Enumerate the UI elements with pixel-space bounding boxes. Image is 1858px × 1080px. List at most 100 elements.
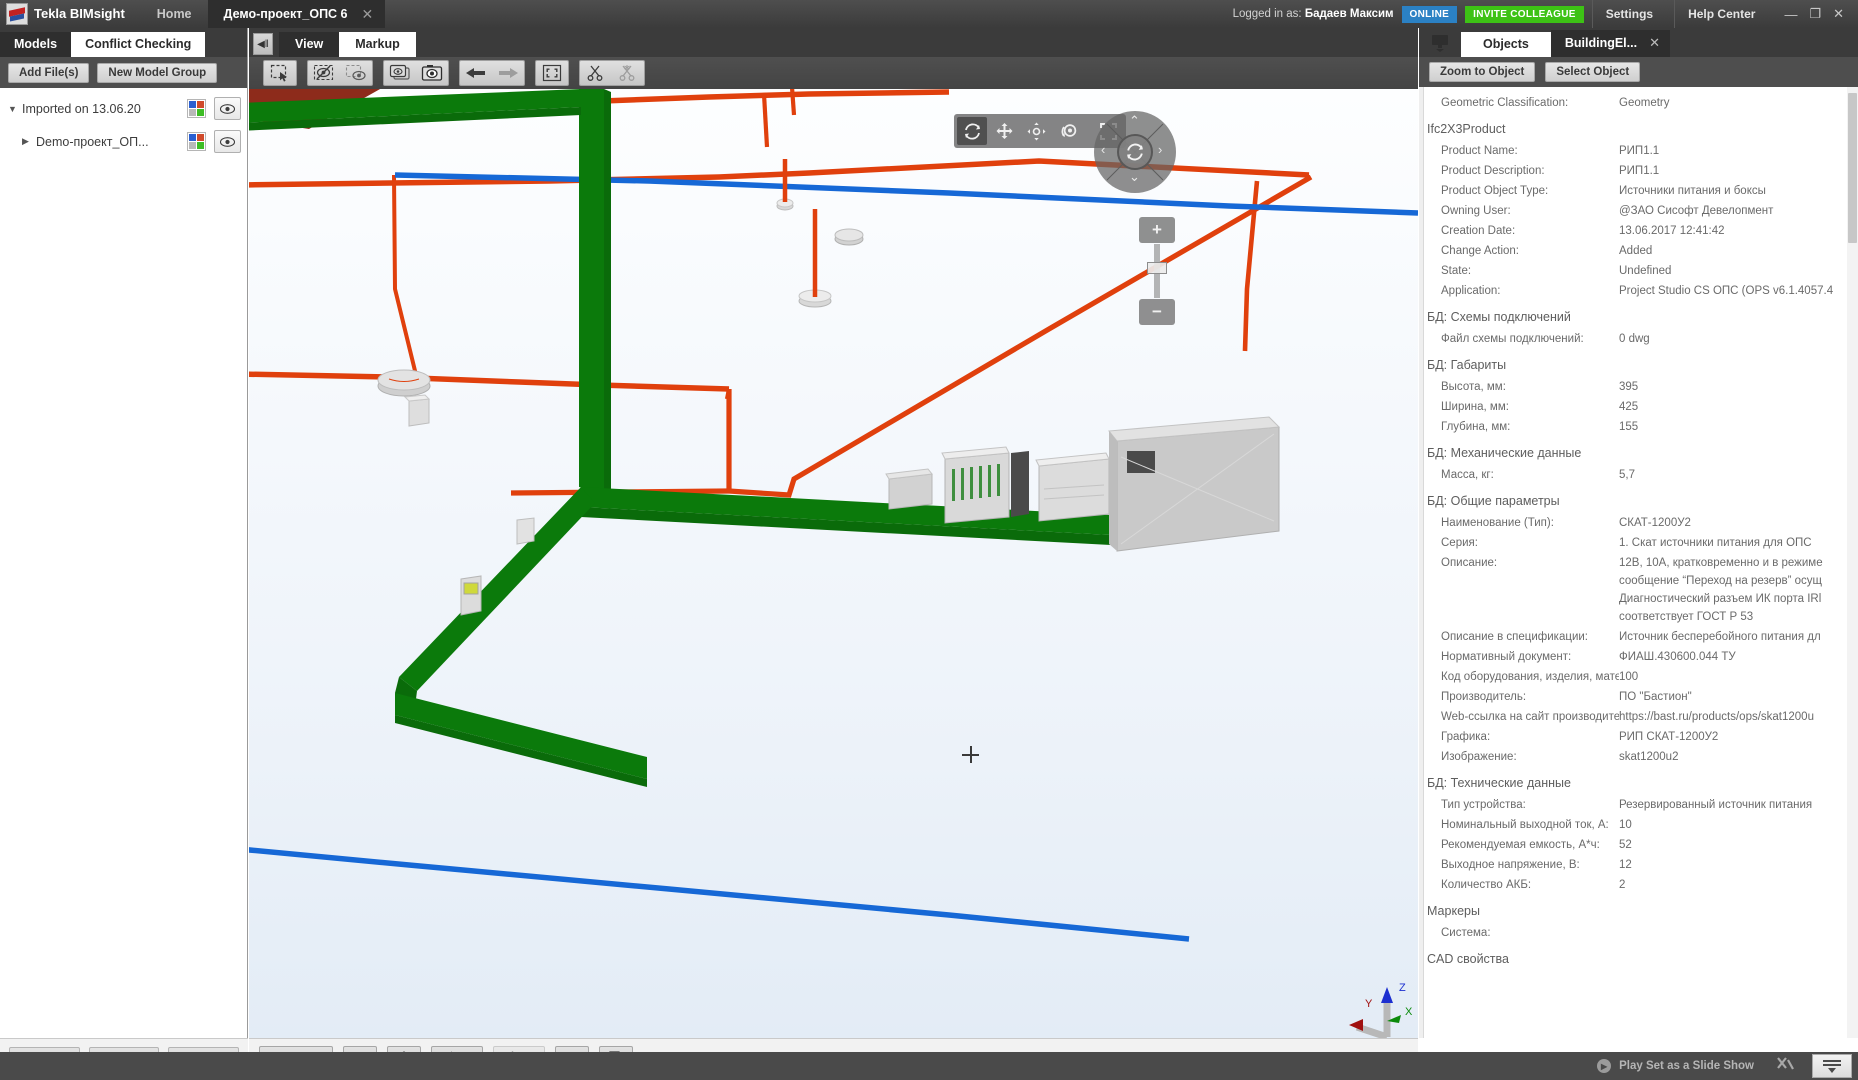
look-around-icon[interactable]: [1053, 117, 1083, 145]
show-only-selected-icon[interactable]: [340, 61, 372, 85]
tab-conflict-checking[interactable]: Conflict Checking: [71, 32, 205, 57]
property-key: Масса, кг:: [1441, 466, 1619, 484]
redo-icon[interactable]: [492, 61, 524, 85]
tab-building-element[interactable]: BuildingEl... ✕: [1551, 30, 1670, 57]
property-row: Geometric Classification:Geometry: [1419, 93, 1858, 113]
tab-view[interactable]: View: [279, 32, 339, 57]
property-key: Ширина, мм:: [1441, 398, 1619, 416]
select-object-button[interactable]: Select Object: [1545, 62, 1640, 82]
new-model-group-button[interactable]: New Model Group: [97, 63, 217, 83]
property-key: Product Description:: [1441, 162, 1619, 180]
hide-objects-icon[interactable]: [308, 61, 340, 85]
navigation-wheel[interactable]: ⌃ ⌄ ‹ ›: [1094, 111, 1176, 193]
close-icon[interactable]: ✕: [362, 0, 374, 28]
tab-objects[interactable]: Objects: [1461, 32, 1551, 57]
property-row: Product Name:РИП1.1: [1419, 141, 1858, 161]
settings-link[interactable]: Settings: [1592, 0, 1666, 28]
property-row: Система:: [1419, 923, 1858, 943]
property-value: ПО "Бастион": [1619, 688, 1858, 706]
model-3d-viewport[interactable]: ⌃ ⌄ ‹ › + − Z Y X: [249, 89, 1418, 1038]
color-palette-icon[interactable]: [187, 132, 206, 151]
axis-label-x: X: [1405, 1006, 1413, 1018]
cut-plane-icon[interactable]: [580, 61, 612, 85]
property-row: Change Action:Added: [1419, 241, 1858, 261]
property-key: Тип устройства:: [1441, 796, 1619, 814]
pan-icon[interactable]: [989, 117, 1019, 145]
help-center-link[interactable]: Help Center: [1674, 0, 1768, 28]
status-bar: ▶ Play Set as a Slide Show: [0, 1052, 1858, 1080]
property-value: ФИАШ.430600.044 ТУ: [1619, 648, 1858, 666]
toolbar-separator: [1085, 117, 1091, 145]
left-panel-tabs: Models Conflict Checking: [0, 28, 247, 57]
close-icon[interactable]: ✕: [1649, 35, 1660, 51]
tab-home[interactable]: Home: [141, 0, 208, 28]
property-key: Графика:: [1441, 728, 1619, 746]
property-key: Product Object Type:: [1441, 182, 1619, 200]
scrollbar-thumb[interactable]: [1848, 93, 1857, 243]
property-key: Выходное напряжение, В:: [1441, 856, 1619, 874]
properties-scrollbar[interactable]: [1847, 87, 1858, 1038]
property-row: Web-ссылка на сайт производителя:https:/…: [1419, 707, 1858, 727]
tree-item-label: Demo-проект_ОП...: [36, 135, 187, 149]
minimize-icon[interactable]: —: [1784, 7, 1797, 22]
play-slideshow-button[interactable]: ▶ Play Set as a Slide Show: [1597, 1057, 1812, 1076]
property-value: Geometry: [1619, 94, 1858, 112]
logged-in-status: Logged in as: Бадаев Максим: [1225, 8, 1402, 20]
collapse-panel-icon[interactable]: ◀‖: [253, 33, 273, 55]
zoom-thumb[interactable]: [1147, 262, 1167, 274]
walk-icon[interactable]: [1021, 117, 1051, 145]
zoom-in-button[interactable]: +: [1139, 217, 1175, 243]
right-panel-tabs: Objects BuildingEl... ✕: [1419, 28, 1858, 57]
axis-label-y: Y: [1365, 998, 1373, 1010]
zoom-slider[interactable]: + −: [1139, 217, 1175, 325]
property-key: Производитель:: [1441, 688, 1619, 706]
restore-icon[interactable]: ❐: [1809, 6, 1821, 22]
property-value: 425: [1619, 398, 1858, 416]
tab-project-document[interactable]: Демо-проект_ОПС 6 ✕: [208, 0, 386, 28]
add-files-button[interactable]: Add File(s): [8, 63, 89, 83]
undo-icon[interactable]: [460, 61, 492, 85]
fit-to-view-icon[interactable]: [536, 61, 568, 85]
navwheel-up-icon[interactable]: ⌃: [1129, 113, 1140, 129]
tools-icon[interactable]: [1776, 1057, 1794, 1076]
property-row: Тип устройства:Резервированный источник …: [1419, 795, 1858, 815]
chevron-right-icon[interactable]: ▶: [22, 136, 36, 147]
tab-markup[interactable]: Markup: [339, 32, 415, 57]
property-value: Added: [1619, 242, 1858, 260]
navwheel-down-icon[interactable]: ⌄: [1129, 169, 1140, 185]
view-toolbar: [249, 57, 1418, 89]
visibility-tool-group: [307, 60, 373, 86]
menu-icon[interactable]: [1812, 1054, 1852, 1078]
zoom-out-button[interactable]: −: [1139, 299, 1175, 325]
play-icon: ▶: [1597, 1059, 1611, 1073]
navwheel-left-icon[interactable]: ‹: [1101, 142, 1105, 157]
tab-project-label: Демо-проект_ОПС 6: [224, 0, 348, 28]
navwheel-center-orbit-icon[interactable]: [1117, 134, 1153, 170]
tree-item-imported[interactable]: ▼ Imported on 13.06.20: [0, 92, 247, 125]
left-panel-toolbar: Add File(s) New Model Group: [0, 57, 247, 88]
tree-item-demo-project[interactable]: ▶ Demo-проект_ОП...: [0, 125, 247, 158]
property-row: Номинальный выходной ток, А:10: [1419, 815, 1858, 835]
restore-snapshot-icon[interactable]: [384, 61, 416, 85]
property-key: Web-ссылка на сайт производителя:: [1441, 708, 1619, 726]
property-row: Глубина, мм:155: [1419, 417, 1858, 437]
property-value: Источники питания и боксы: [1619, 182, 1858, 200]
view-area-tabs: ◀‖ View Markup: [249, 28, 1418, 57]
visibility-eye-icon[interactable]: [214, 130, 241, 153]
navwheel-right-icon[interactable]: ›: [1158, 142, 1162, 157]
display-icon[interactable]: [1425, 31, 1455, 55]
property-row: Описание в спецификации:Источник беспере…: [1419, 627, 1858, 647]
zoom-to-object-button[interactable]: Zoom to Object: [1429, 62, 1535, 82]
tree-item-label: Imported on 13.06.20: [22, 102, 187, 116]
invite-colleague-button[interactable]: INVITE COLLEAGUE: [1465, 6, 1584, 23]
chevron-down-icon[interactable]: ▼: [8, 104, 22, 114]
color-palette-icon[interactable]: [187, 99, 206, 118]
visibility-eye-icon[interactable]: [214, 97, 241, 120]
orbit-icon[interactable]: [957, 117, 987, 145]
take-snapshot-icon[interactable]: [416, 61, 448, 85]
close-window-icon[interactable]: ✕: [1833, 6, 1844, 22]
select-rectangle-icon[interactable]: [264, 61, 296, 85]
crosshair-cursor: [962, 746, 979, 763]
tab-models[interactable]: Models: [0, 32, 71, 57]
clear-cut-planes-icon[interactable]: [612, 61, 644, 85]
